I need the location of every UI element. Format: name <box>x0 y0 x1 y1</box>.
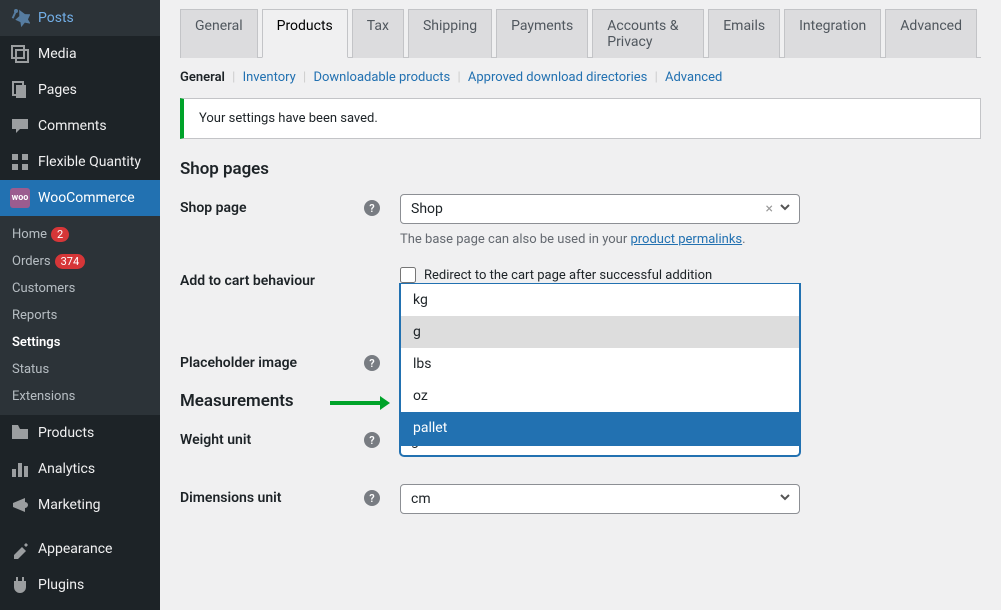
sidebar-item-comments[interactable]: Comments <box>0 108 160 144</box>
tab-payments[interactable]: Payments <box>496 9 588 58</box>
submenu-settings[interactable]: Settings <box>0 329 160 356</box>
sidebar-submenu: Home2 Orders374 Customers Reports Settin… <box>0 216 160 415</box>
clear-icon[interactable]: × <box>766 201 773 217</box>
tab-tax[interactable]: Tax <box>352 9 404 58</box>
submenu-home[interactable]: Home2 <box>0 221 160 248</box>
weight-unit-dropdown: kg g lbs oz pallet <box>400 284 800 445</box>
tab-general[interactable]: General <box>180 9 258 58</box>
dimensions-unit-select[interactable]: cm <box>400 484 800 514</box>
option-oz[interactable]: oz <box>401 380 799 412</box>
success-notice: Your settings have been saved. <box>180 98 981 139</box>
sidebar-item-appearance[interactable]: Appearance <box>0 531 160 567</box>
sidebar-item-woocommerce[interactable]: woo WooCommerce <box>0 180 160 216</box>
sidebar-label: Pages <box>38 82 77 98</box>
sidebar-item-pages[interactable]: Pages <box>0 72 160 108</box>
appearance-icon <box>10 539 30 559</box>
placeholder-image-label: Placeholder image? <box>180 349 400 371</box>
sidebar-item-plugins[interactable]: Plugins <box>0 567 160 603</box>
option-g[interactable]: g <box>401 316 799 348</box>
shop-page-label: Shop page? <box>180 194 400 216</box>
sidebar-item-media[interactable]: Media <box>0 36 160 72</box>
weight-unit-label: Weight unit? <box>180 426 400 448</box>
shop-page-select[interactable]: Shop × <box>400 194 800 224</box>
checkbox-label: Redirect to the cart page after successf… <box>424 268 712 283</box>
submenu-orders[interactable]: Orders374 <box>0 248 160 275</box>
tab-accounts-privacy[interactable]: Accounts & Privacy <box>592 9 704 58</box>
admin-sidebar: Posts Media Pages Comments Flexible Quan… <box>0 0 160 610</box>
submenu-status[interactable]: Status <box>0 356 160 383</box>
analytics-icon <box>10 459 30 479</box>
sidebar-label: Analytics <box>38 461 95 477</box>
help-icon[interactable]: ? <box>364 432 380 448</box>
subtab-general[interactable]: General <box>180 70 225 85</box>
count-badge: 374 <box>55 254 86 269</box>
dimensions-unit-label: Dimensions unit? <box>180 484 400 506</box>
permalinks-link[interactable]: product permalinks <box>630 232 742 247</box>
option-lbs[interactable]: lbs <box>401 348 799 380</box>
cart-behaviour-label: Add to cart behaviour <box>180 267 400 289</box>
option-pallet[interactable]: pallet <box>401 412 799 444</box>
tab-integration[interactable]: Integration <box>784 9 881 58</box>
submenu-reports[interactable]: Reports <box>0 302 160 329</box>
option-kg[interactable]: kg <box>401 284 799 316</box>
subtab-advanced[interactable]: Advanced <box>665 70 722 85</box>
count-badge: 2 <box>51 227 69 242</box>
submenu-customers[interactable]: Customers <box>0 275 160 302</box>
sidebar-item-flexible-quantity[interactable]: Flexible Quantity <box>0 144 160 180</box>
select-value: Shop <box>411 201 443 217</box>
subtab-approved-download[interactable]: Approved download directories <box>468 70 647 85</box>
sidebar-label: WooCommerce <box>38 190 135 206</box>
sidebar-label: Marketing <box>38 497 101 513</box>
section-shop-pages: Shop pages <box>180 159 981 179</box>
pushpin-icon <box>10 8 30 28</box>
shop-page-description: The base page can also be used in your p… <box>400 232 800 247</box>
woocommerce-icon: woo <box>10 188 30 208</box>
settings-tabs: General Products Tax Shipping Payments A… <box>180 9 981 58</box>
media-icon <box>10 44 30 64</box>
sidebar-label: Media <box>38 46 77 62</box>
sidebar-label: Appearance <box>38 541 112 557</box>
subtab-downloadable[interactable]: Downloadable products <box>313 70 450 85</box>
main-content: General Products Tax Shipping Payments A… <box>160 0 1001 610</box>
sidebar-item-analytics[interactable]: Analytics <box>0 451 160 487</box>
sidebar-item-marketing[interactable]: Marketing <box>0 487 160 523</box>
marketing-icon <box>10 495 30 515</box>
select-value: cm <box>411 491 431 507</box>
grid-icon <box>10 152 30 172</box>
chevron-down-icon <box>779 201 791 217</box>
redirect-cart-checkbox[interactable] <box>400 267 416 283</box>
sidebar-label: Comments <box>38 118 107 134</box>
pages-icon <box>10 80 30 100</box>
products-icon <box>10 423 30 443</box>
tab-emails[interactable]: Emails <box>708 9 780 58</box>
sidebar-label: Flexible Quantity <box>38 154 141 170</box>
chevron-down-icon <box>779 491 791 507</box>
plugins-icon <box>10 575 30 595</box>
tab-advanced[interactable]: Advanced <box>885 9 977 58</box>
tab-shipping[interactable]: Shipping <box>408 9 492 58</box>
sidebar-label: Products <box>38 425 94 441</box>
submenu-extensions[interactable]: Extensions <box>0 383 160 410</box>
products-subtabs: General | Inventory | Downloadable produ… <box>180 58 981 93</box>
sidebar-label: Plugins <box>38 577 84 593</box>
sidebar-label: Posts <box>38 10 74 26</box>
comments-icon <box>10 116 30 136</box>
sidebar-item-products[interactable]: Products <box>0 415 160 451</box>
tab-products[interactable]: Products <box>262 9 348 58</box>
subtab-inventory[interactable]: Inventory <box>243 70 296 85</box>
help-icon[interactable]: ? <box>364 490 380 506</box>
sidebar-item-posts[interactable]: Posts <box>0 0 160 36</box>
help-icon[interactable]: ? <box>364 200 380 216</box>
help-icon[interactable]: ? <box>364 355 380 371</box>
